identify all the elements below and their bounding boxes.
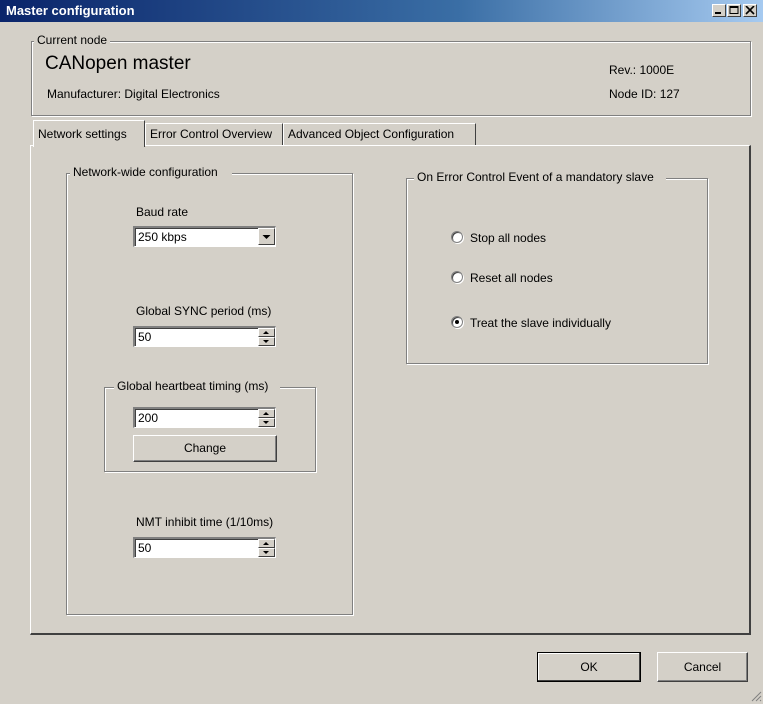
radio-stop-all-nodes[interactable]: [451, 231, 463, 243]
title-bar[interactable]: Master configuration: [0, 0, 763, 22]
spin-down-icon: [263, 551, 269, 554]
change-button[interactable]: Change: [133, 435, 277, 462]
network-config-label: Network-wide configuration: [70, 165, 232, 179]
spin-up-icon: [263, 412, 269, 415]
revision-text: Rev.: 1000E: [609, 63, 675, 77]
heartbeat-value: 200: [138, 411, 159, 425]
reset-all-nodes-label[interactable]: Reset all nodes: [470, 271, 553, 285]
sync-period-value: 50: [138, 330, 152, 344]
sync-spin-down[interactable]: [258, 337, 275, 346]
resize-grip-icon[interactable]: [750, 690, 762, 702]
tab-network-settings-label: Network settings: [38, 127, 127, 141]
baud-rate-value: 250 kbps: [138, 230, 187, 244]
baud-rate-label: Baud rate: [136, 205, 189, 219]
nmt-inhibit-value: 50: [138, 541, 152, 555]
radio-selected-dot: [455, 320, 459, 324]
sync-period-spinner[interactable]: [258, 328, 275, 346]
heartbeat-spin-down[interactable]: [258, 418, 275, 427]
nmt-spin-down[interactable]: [258, 548, 275, 557]
heartbeat-spinner[interactable]: [258, 409, 275, 427]
tab-advanced-object-configuration-label: Advanced Object Configuration: [288, 127, 455, 141]
cancel-button[interactable]: Cancel: [657, 652, 748, 682]
nmt-inhibit-spinner[interactable]: [258, 539, 275, 557]
close-icon: [745, 6, 755, 15]
heartbeat-input[interactable]: 200: [133, 407, 276, 428]
window-title: Master configuration: [6, 3, 135, 18]
maximize-icon: [729, 6, 739, 14]
nmt-inhibit-label: NMT inhibit time (1/10ms): [136, 515, 274, 529]
manufacturer-text: Manufacturer: Digital Electronics: [47, 87, 220, 101]
radio-treat-slave-individually[interactable]: [451, 316, 463, 328]
sync-spin-up[interactable]: [258, 328, 275, 337]
stop-all-nodes-label[interactable]: Stop all nodes: [470, 231, 546, 245]
tab-error-control-overview[interactable]: Error Control Overview: [145, 123, 283, 145]
node-name: CANopen master: [45, 53, 191, 74]
heartbeat-label: Global heartbeat timing (ms): [114, 379, 281, 393]
close-button[interactable]: [743, 4, 757, 17]
heartbeat-spin-up[interactable]: [258, 409, 275, 418]
treat-slave-individually-label[interactable]: Treat the slave individually: [470, 316, 611, 330]
spin-up-icon: [263, 542, 269, 545]
minimize-button[interactable]: [712, 4, 726, 17]
dropdown-arrow-icon: [262, 235, 271, 239]
sync-period-label: Global SYNC period (ms): [136, 304, 272, 318]
spin-down-icon: [263, 421, 269, 424]
baud-rate-dropdown-button[interactable]: [258, 228, 275, 245]
sync-period-input[interactable]: 50: [133, 326, 276, 347]
tab-advanced-object-configuration[interactable]: Advanced Object Configuration: [283, 123, 476, 145]
tab-network-settings[interactable]: Network settings: [33, 120, 145, 147]
ok-button[interactable]: OK: [537, 652, 641, 682]
current-node-label: Current node: [34, 33, 111, 47]
baud-rate-select[interactable]: 250 kbps: [133, 226, 276, 247]
nmt-spin-up[interactable]: [258, 539, 275, 548]
spin-down-icon: [263, 340, 269, 343]
change-button-label: Change: [183, 441, 227, 455]
error-event-group: [406, 178, 708, 364]
cancel-button-label: Cancel: [683, 660, 722, 674]
maximize-button[interactable]: [727, 4, 741, 17]
tab-error-control-overview-label: Error Control Overview: [150, 127, 273, 141]
error-event-label: On Error Control Event of a mandatory sl…: [414, 170, 666, 184]
ok-button-label: OK: [580, 660, 598, 674]
minimize-icon: [715, 12, 721, 14]
node-id-text: Node ID: 127: [609, 87, 680, 101]
spin-up-icon: [263, 331, 269, 334]
nmt-inhibit-input[interactable]: 50: [133, 537, 276, 558]
radio-reset-all-nodes[interactable]: [451, 271, 463, 283]
